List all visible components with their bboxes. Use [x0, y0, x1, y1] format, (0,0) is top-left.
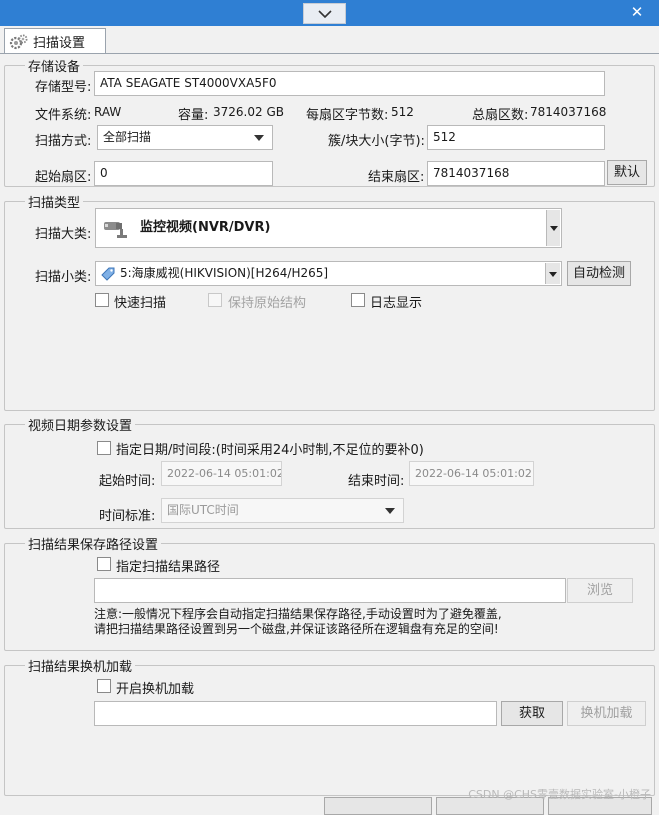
close-icon: ✕: [630, 3, 644, 21]
total-sectors-label: 总扇区数:: [472, 108, 529, 123]
default-button[interactable]: 默认: [607, 160, 647, 185]
model-field[interactable]: ATA SEAGATE ST4000VXA5F0: [94, 71, 605, 96]
quick-scan-checkbox[interactable]: [95, 293, 109, 307]
end-sector-field[interactable]: 7814037168: [427, 161, 605, 186]
title-bar: ✕: [0, 0, 659, 26]
start-sector-label: 起始扇区:: [35, 170, 92, 185]
dropdown-arrow-icon: [545, 263, 560, 284]
filesystem-value: RAW: [94, 105, 122, 119]
scan-mode-value: 全部扫描: [103, 130, 152, 144]
scan-type-legend: 扫描类型: [28, 196, 81, 211]
dropdown-arrow-icon: [546, 210, 560, 246]
total-sectors-value: 7814037168: [530, 105, 607, 119]
specify-date-checkbox[interactable]: [97, 441, 111, 455]
time-standard-select[interactable]: 国际UTC时间: [161, 498, 404, 523]
filesystem-label: 文件系统:: [35, 108, 92, 123]
minor-category-select[interactable]: 5:海康威视(HIKVISION)[H264/H265]: [95, 261, 562, 286]
major-category-select[interactable]: 监控视频(NVR/DVR): [95, 208, 562, 248]
cluster-size-field[interactable]: 512: [427, 125, 605, 150]
log-display-label: 日志显示: [370, 296, 423, 311]
fetch-button[interactable]: 获取: [501, 701, 563, 726]
start-time-label: 起始时间:: [99, 474, 156, 489]
browse-button[interactable]: 浏览: [567, 578, 633, 603]
capacity-label: 容量:: [178, 108, 209, 123]
bytes-per-sector-label: 每扇区字节数:: [306, 108, 389, 123]
watermark: CSDN @CHS零壹数据实验室-小橙子: [468, 788, 651, 801]
end-time-field[interactable]: 2022-06-14 05:01:02: [409, 461, 534, 486]
scan-mode-label: 扫描方式:: [35, 134, 92, 149]
specify-path-label: 指定扫描结果路径: [116, 560, 221, 575]
chevron-down-icon: [317, 9, 332, 18]
capacity-value: 3726.02 GB: [213, 105, 284, 119]
keep-structure-checkbox[interactable]: [208, 293, 222, 307]
cluster-size-label: 簇/块大小(字节):: [328, 134, 425, 149]
dropdown-arrow-icon: [254, 135, 264, 141]
gear-icon: [9, 34, 28, 49]
close-button[interactable]: ✕: [624, 2, 650, 22]
model-label: 存储型号:: [35, 80, 92, 95]
end-time-label: 结束时间:: [348, 474, 405, 489]
specify-date-label: 指定日期/时间段:(时间采用24小时制,不足位的要补0): [116, 443, 424, 458]
path-note-line1: 注意:一般情况下程序会自动指定扫描结果保存路径,手动设置时为了避免覆盖,: [94, 607, 502, 621]
start-sector-field[interactable]: 0: [94, 161, 273, 186]
end-sector-label: 结束扇区:: [368, 170, 425, 185]
collapse-button[interactable]: [303, 3, 346, 24]
time-standard-label: 时间标准:: [99, 509, 156, 524]
scan-mode-select[interactable]: 全部扫描: [97, 125, 273, 150]
bytes-per-sector-value: 512: [391, 105, 414, 119]
bottom-button-1[interactable]: [324, 797, 432, 815]
major-category-label: 扫描大类:: [35, 227, 92, 242]
result-path-field[interactable]: [94, 578, 566, 603]
storage-device-legend: 存储设备: [28, 60, 81, 75]
time-standard-value: 国际UTC时间: [167, 503, 239, 517]
switch-load-legend: 扫描结果换机加载: [28, 660, 133, 675]
camera-icon: [104, 222, 127, 238]
dropdown-arrow-icon: [385, 508, 395, 514]
switch-load-path-field[interactable]: [94, 701, 497, 726]
video-date-legend: 视频日期参数设置: [28, 419, 133, 434]
specify-path-checkbox[interactable]: [97, 557, 111, 571]
enable-switch-load-label: 开启换机加载: [116, 682, 195, 697]
result-path-legend: 扫描结果保存路径设置: [28, 538, 159, 553]
switch-load-group: 扫描结果换机加载: [4, 656, 655, 796]
tab-scan-settings[interactable]: 扫描设置: [4, 28, 106, 54]
tag-icon: [101, 267, 115, 281]
minor-category-label: 扫描小类:: [35, 270, 92, 285]
auto-detect-button[interactable]: 自动检测: [567, 261, 631, 286]
tab-label: 扫描设置: [33, 36, 86, 51]
switch-load-button[interactable]: 换机加载: [567, 701, 646, 726]
major-category-value: 监控视频(NVR/DVR): [140, 220, 271, 235]
keep-structure-label: 保持原始结构: [228, 296, 307, 311]
enable-switch-load-checkbox[interactable]: [97, 679, 111, 693]
path-note-line2: 请把扫描结果路径设置到另一个磁盘,并保证该路径所在逻辑盘有充足的空间!: [94, 622, 499, 636]
start-time-field[interactable]: 2022-06-14 05:01:02: [161, 461, 282, 486]
minor-category-value: 5:海康威视(HIKVISION)[H264/H265]: [120, 266, 329, 280]
log-display-checkbox[interactable]: [351, 293, 365, 307]
quick-scan-label: 快速扫描: [114, 296, 167, 311]
